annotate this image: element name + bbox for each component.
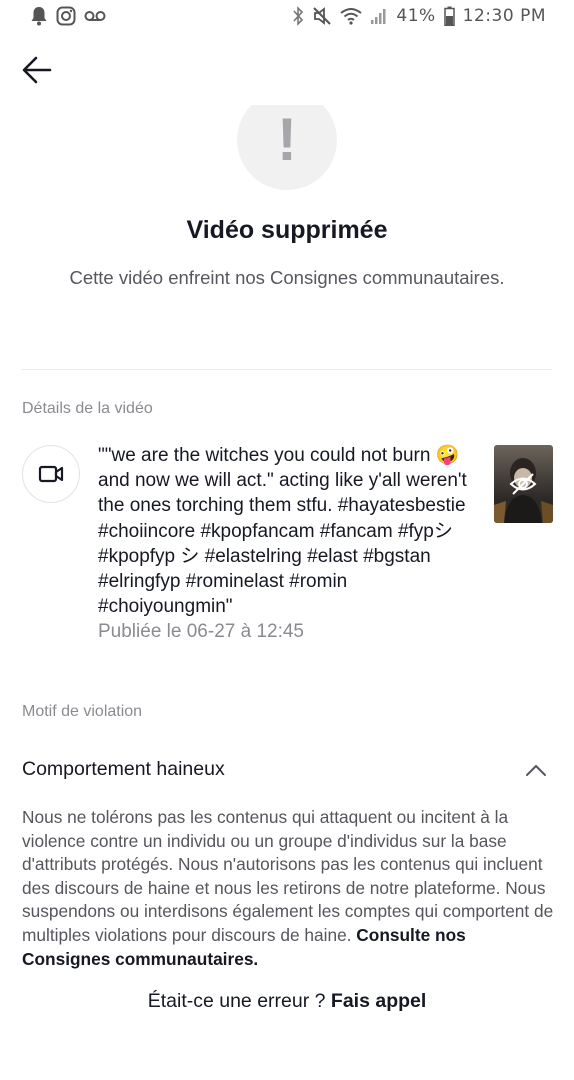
clock: 12:30 PM <box>462 6 546 26</box>
exclamation-icon: ! <box>277 106 297 173</box>
appeal-question: Était-ce une erreur ? <box>147 990 326 1012</box>
wifi-icon <box>340 8 362 25</box>
divider <box>22 369 552 370</box>
status-bar: 41% 12:30 PM <box>0 0 574 34</box>
mute-icon <box>313 7 332 25</box>
video-camera-icon <box>38 465 64 483</box>
video-thumbnail[interactable] <box>494 445 553 523</box>
chevron-up-icon <box>526 765 546 776</box>
policy-text: Nous ne tolérons pas les contenus qui at… <box>22 806 556 971</box>
appeal-link[interactable]: Fais appel <box>331 990 426 1012</box>
battery-icon <box>443 6 455 26</box>
video-type-badge <box>22 445 80 503</box>
arrow-left-icon <box>22 56 52 84</box>
video-details-label: Détails de la vidéo <box>22 400 153 417</box>
violation-label: Motif de violation <box>22 703 143 720</box>
instagram-icon <box>56 6 76 26</box>
battery-percent: 41% <box>396 6 436 26</box>
video-publish-date: Publiée le 06-27 à 12:45 <box>98 621 304 642</box>
collapse-toggle[interactable] <box>520 756 552 784</box>
back-button[interactable] <box>20 52 56 88</box>
page-title: Vidéo supprimée <box>186 216 388 244</box>
video-description: ""we are the witches you could not burn … <box>98 445 467 618</box>
bell-icon <box>31 7 47 26</box>
appeal-row: Était-ce une erreur ? Fais appel <box>0 990 574 1013</box>
voicemail-icon <box>84 11 106 21</box>
policy-body: Nous ne tolérons pas les contenus qui at… <box>22 807 554 945</box>
hidden-eye-icon <box>509 473 537 495</box>
violation-reason[interactable]: Comportement haineux <box>22 758 225 781</box>
signal-icon <box>371 9 386 24</box>
bluetooth-icon <box>293 6 304 26</box>
page-subtitle: Cette vidéo enfreint nos Consignes commu… <box>69 267 505 288</box>
